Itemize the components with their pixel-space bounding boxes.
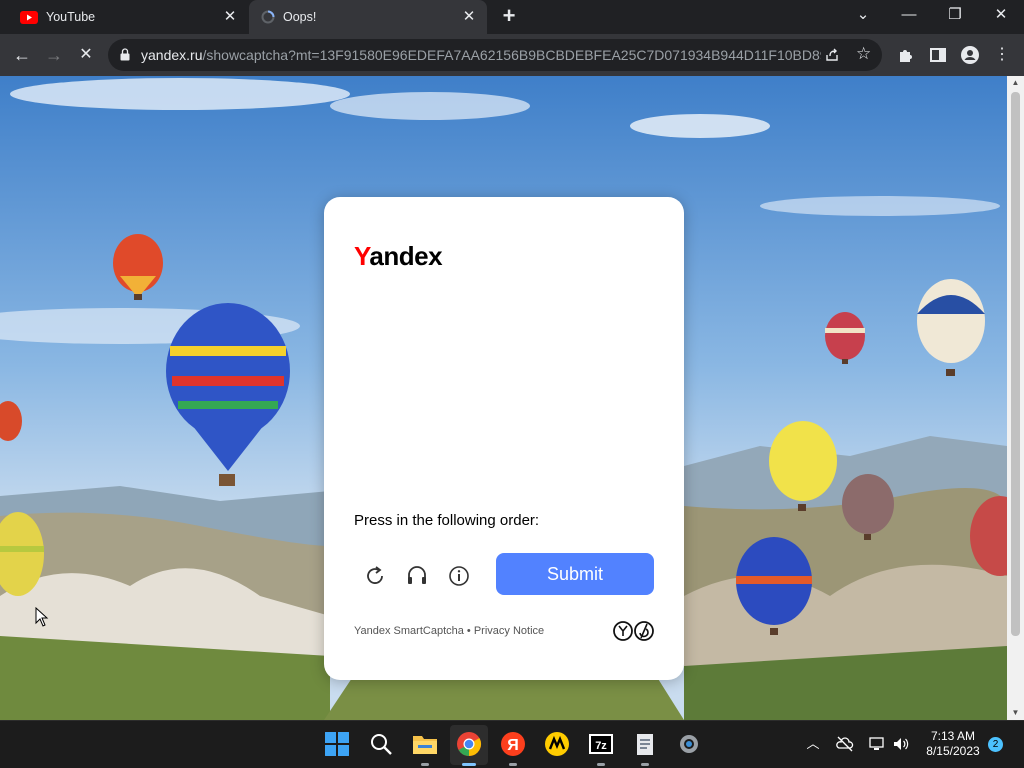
volume-icon[interactable]: [892, 735, 910, 753]
notification-badge[interactable]: 2: [988, 737, 1003, 752]
notepad-icon[interactable]: [632, 731, 658, 757]
captcha-card: Yandex Press in the following order: Sub…: [324, 197, 684, 680]
close-tab-icon[interactable]: ✕: [222, 9, 238, 25]
mouse-cursor-icon: [35, 607, 49, 627]
windows-start-icon[interactable]: [324, 731, 350, 757]
clock-date: 8/15/2023: [926, 744, 980, 758]
yandex-logo: Yandex: [354, 241, 443, 272]
tray-overflow-chevron-icon[interactable]: ︿: [804, 735, 822, 753]
share-icon[interactable]: [824, 47, 840, 63]
page-viewport: Yandex Press in the following order: Sub…: [0, 76, 1007, 720]
logo-rest: andex: [369, 241, 443, 271]
tab-strip: YouTube ✕ Oops! ✕ + ⌄ — ❐ ✕: [0, 0, 1024, 34]
bookmark-star-icon[interactable]: ☆: [856, 44, 871, 64]
profile-icon[interactable]: [960, 45, 980, 65]
minimize-button[interactable]: —: [886, 0, 932, 32]
running-indicator: [509, 763, 517, 766]
svg-text:7z: 7z: [595, 740, 607, 752]
clock-time: 7:13 AM: [930, 729, 976, 743]
page-scrollbar[interactable]: ▲ ▼: [1007, 76, 1024, 720]
url-path: /showcaptcha?mt=13F91580E96EDEFA7AA62156…: [202, 47, 821, 63]
refresh-icon[interactable]: [362, 563, 388, 589]
captcha-footer: Yandex SmartCaptcha • Privacy Notice: [354, 625, 544, 637]
address-bar[interactable]: yandex.ru/showcaptcha?mt=13F91580E96EDEF…: [108, 39, 882, 71]
restore-button[interactable]: ❐: [932, 0, 978, 32]
network-icon[interactable]: [868, 735, 886, 753]
search-icon[interactable]: [368, 731, 394, 757]
logo-y: Y: [354, 241, 370, 271]
chrome-icon[interactable]: [456, 731, 482, 757]
smartcaptcha-link[interactable]: Yandex SmartCaptcha: [354, 625, 464, 637]
lock-icon[interactable]: [120, 48, 130, 61]
running-indicator: [597, 763, 605, 766]
extensions-icon[interactable]: [897, 46, 915, 64]
file-explorer-icon[interactable]: [412, 731, 438, 757]
tab-title: YouTube: [46, 10, 96, 24]
browser-toolbar: ← → ✕ yandex.ru/showcaptcha?mt=13F91580E…: [0, 34, 1024, 76]
privacy-notice-link[interactable]: Privacy Notice: [474, 625, 544, 637]
yandex-market-icon[interactable]: [544, 731, 570, 757]
7zip-icon[interactable]: 7z: [588, 731, 614, 757]
tab-youtube[interactable]: YouTube ✕: [8, 0, 248, 34]
svg-text:Я: Я: [507, 737, 519, 754]
headphones-icon[interactable]: [404, 563, 430, 589]
close-tab-icon[interactable]: ✕: [461, 9, 477, 25]
scroll-up-arrow-icon[interactable]: ▲: [1007, 76, 1024, 90]
menu-kebab-icon[interactable]: ⋮: [990, 43, 1014, 67]
running-indicator: [641, 763, 649, 766]
yandex-browser-icon[interactable]: Я: [500, 731, 526, 757]
scrollbar-thumb[interactable]: [1011, 92, 1020, 636]
captcha-instruction: Press in the following order:: [354, 512, 540, 529]
smartcaptcha-badge-icon: [613, 621, 654, 641]
running-indicator: [421, 763, 429, 766]
loading-spinner-icon: [261, 10, 275, 24]
info-icon[interactable]: [446, 563, 472, 589]
tab-search-icon[interactable]: ⌄: [840, 0, 886, 32]
running-indicator-active: [462, 763, 476, 766]
url-text[interactable]: yandex.ru/showcaptcha?mt=13F91580E96EDEF…: [141, 47, 821, 63]
side-panel-icon[interactable]: [929, 46, 947, 64]
system-clock[interactable]: 7:13 AM 8/15/2023: [922, 729, 984, 759]
back-button[interactable]: ←: [10, 43, 34, 67]
settings-gear-icon[interactable]: [676, 731, 702, 757]
cloud-offline-icon[interactable]: [836, 735, 854, 753]
footer-separator: •: [463, 625, 474, 637]
youtube-icon: [20, 10, 38, 24]
scroll-down-arrow-icon[interactable]: ▼: [1007, 706, 1024, 720]
url-host: yandex.ru: [141, 47, 203, 63]
submit-button[interactable]: Submit: [496, 553, 654, 595]
forward-button[interactable]: →: [42, 43, 66, 67]
windows-taskbar: Я 7z ︿ 7:13 AM 8/15/2023 2: [0, 720, 1024, 768]
close-window-button[interactable]: ✕: [978, 0, 1024, 32]
stop-loading-button[interactable]: ✕: [74, 43, 98, 67]
tab-oops[interactable]: Oops! ✕: [249, 0, 487, 34]
new-tab-button[interactable]: +: [498, 5, 520, 28]
tab-title: Oops!: [283, 10, 317, 24]
